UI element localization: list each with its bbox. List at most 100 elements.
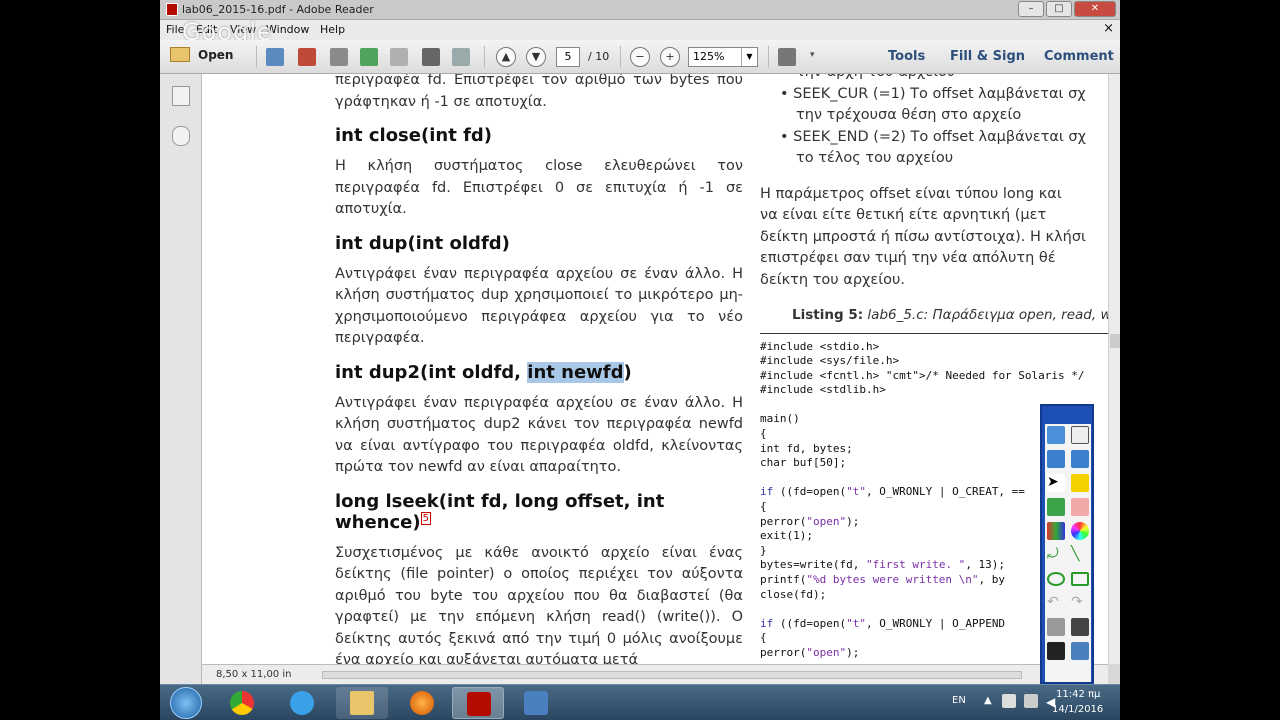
minimize-button[interactable]: – (1018, 1, 1044, 17)
curve-icon[interactable]: ⤾ (1047, 546, 1065, 564)
page-number-input[interactable]: 5 (556, 47, 580, 67)
adobe-reader-icon (467, 692, 491, 716)
comment-button[interactable]: Comment (1044, 49, 1114, 64)
bullet-seek-cur-cont: την τρέχουσα θέση στο αρχείο (796, 107, 1022, 123)
document-view[interactable]: περιγραφέα fd. Επιστρέφει τον αριθμό των… (202, 74, 1108, 664)
highlighter-icon[interactable] (1071, 474, 1089, 492)
color-swatch-icon[interactable] (1047, 522, 1065, 540)
horizontal-scrollbar[interactable] (322, 671, 1022, 679)
page-size: 8,50 x 11,00 in (216, 669, 292, 680)
keyboard-icon[interactable] (1071, 618, 1089, 636)
arrow-up-icon[interactable] (1047, 450, 1065, 468)
firefox-icon (410, 691, 434, 715)
rectangle-icon[interactable] (1071, 572, 1089, 586)
offset-line-2: να είναι είτε θετική είτε αρνητική (μετ (760, 207, 1047, 223)
listing-label: Listing 5: (792, 307, 864, 323)
ellipse-icon[interactable] (1047, 572, 1065, 586)
offset-line-3: δείκτη μπροστά ή πίσω αντίστοιχα). Η κλή… (760, 228, 1086, 245)
heading-dup2-part: int dup2(int oldfd, (335, 361, 528, 383)
menu-bar: File Edit View Window Help × (160, 20, 1120, 40)
adobe-reader-icon (166, 3, 178, 16)
pen-icon[interactable] (1047, 498, 1065, 516)
bullet-seek-end-cont: το τέλος του αρχείου (796, 150, 954, 166)
email-icon[interactable] (452, 48, 470, 66)
fit-page-icon[interactable] (778, 48, 796, 66)
zoom-out-icon[interactable]: − (630, 47, 650, 67)
new-page-icon[interactable] (1047, 426, 1065, 444)
title-bar: lab06_2015-16.pdf - Adobe Reader – □ ✕ (160, 0, 1120, 20)
document-close-icon[interactable]: × (1103, 21, 1114, 36)
selected-text[interactable]: int newfd (527, 361, 624, 383)
clock-date[interactable]: 14/1/2016 (1052, 704, 1103, 715)
action-center-icon[interactable] (1002, 694, 1016, 708)
attachments-icon[interactable] (172, 126, 190, 146)
upload-icon[interactable] (360, 48, 378, 66)
network-icon (524, 691, 548, 715)
undo-icon[interactable]: ↶ (1047, 594, 1065, 612)
cursor-icon[interactable]: ➤ (1047, 474, 1065, 492)
taskbar-explorer[interactable] (336, 687, 388, 719)
open-button[interactable]: Open (170, 47, 233, 62)
redo-icon[interactable]: ↷ (1071, 594, 1089, 612)
heading-dup: int dup(int oldfd) (335, 232, 510, 254)
folder-icon (170, 47, 190, 62)
screen: lab06_2015-16.pdf - Adobe Reader – □ ✕ F… (160, 0, 1120, 720)
zoom-select[interactable]: 125% ▼ (688, 47, 758, 67)
code-line: #include <sys/file.h> (760, 354, 900, 368)
heading-dup2: int dup2(int oldfd, int newfd) (335, 361, 743, 383)
paragraph-lseek: Συσχετισμένος με κάθε ανοικτό αρχείο είν… (335, 544, 743, 665)
window-title: lab06_2015-16.pdf - Adobe Reader (182, 3, 374, 16)
zoom-value: 125% (693, 50, 725, 63)
network-tray-icon[interactable] (1024, 694, 1038, 708)
heading-lseek-text: long lseek(int fd, long offset, int when… (335, 490, 665, 533)
scrollbar-thumb[interactable] (1110, 334, 1120, 348)
zoom-in-icon[interactable]: + (660, 47, 680, 67)
color-wheel-icon[interactable] (1071, 522, 1089, 540)
line-icon[interactable]: ╲ (1071, 546, 1089, 564)
tools-button[interactable]: Tools (888, 49, 925, 64)
paragraph-write-end: περιγραφέα fd. Επιστρέφει τον αριθμό των… (335, 74, 743, 110)
pen-page-icon[interactable] (1071, 426, 1089, 444)
taskbar-firefox[interactable] (396, 687, 448, 719)
left-column: περιγραφέα fd. Επιστρέφει τον αριθμό των… (335, 74, 743, 664)
code-line: #include <stdlib.h> (760, 383, 886, 397)
clock-time[interactable]: 11:42 πμ (1056, 689, 1100, 700)
maximize-button[interactable]: □ (1046, 1, 1072, 17)
close-button[interactable]: ✕ (1074, 1, 1116, 17)
trash-icon[interactable] (1047, 618, 1065, 636)
taskbar-ie[interactable] (276, 687, 328, 719)
bullet-seek-end-text: SEEK_END (=2) Το offset λαμβάνεται σχ (793, 128, 1086, 145)
heading-dup2-end: ) (623, 361, 632, 383)
edit-icon[interactable] (330, 48, 348, 66)
chrome-icon (230, 691, 254, 715)
tray-expand-icon[interactable]: ▲ (984, 695, 992, 706)
save-icon[interactable] (390, 48, 408, 66)
listing-title: lab6_5.c: Παράδειγμα open, read, w (863, 307, 1108, 323)
menu-help[interactable]: Help (320, 23, 345, 36)
previous-page-icon[interactable]: ▲ (496, 47, 516, 67)
arrow-down-icon[interactable] (1071, 450, 1089, 468)
camera-icon[interactable] (1047, 642, 1065, 660)
screen-icon[interactable] (1071, 642, 1089, 660)
folder-icon (350, 691, 374, 715)
bullet-seek-cur: • SEEK_CUR (=1) Το offset λαμβάνεται σχ (780, 85, 1086, 102)
eraser-icon[interactable] (1071, 498, 1089, 516)
taskbar-network-app[interactable] (510, 687, 562, 719)
print-icon[interactable] (422, 48, 440, 66)
language-indicator[interactable]: EN (952, 695, 966, 706)
vertical-scrollbar[interactable] (1108, 74, 1120, 664)
taskbar-chrome[interactable] (216, 687, 268, 719)
paragraph-close: Η κλήση συστήματος close ελευθερώνει τον… (335, 158, 743, 217)
heading-close: int close(int fd) (335, 125, 493, 146)
taskbar-adobe-reader[interactable] (452, 687, 504, 719)
fill-sign-button[interactable]: Fill & Sign (950, 49, 1025, 64)
more-tools-icon[interactable]: ▾ (810, 50, 815, 60)
create-pdf-icon[interactable] (266, 48, 284, 66)
bullet-seek-cur-text: SEEK_CUR (=1) Το offset λαμβάνεται σχ (793, 85, 1086, 102)
page-thumbnails-icon[interactable] (172, 86, 190, 106)
export-pdf-icon[interactable] (298, 48, 316, 66)
start-button[interactable] (170, 687, 202, 719)
footnote-link[interactable]: 5 (420, 511, 431, 525)
next-page-icon[interactable]: ▼ (526, 47, 546, 67)
code-line: #include <stdio.h> (760, 339, 880, 353)
